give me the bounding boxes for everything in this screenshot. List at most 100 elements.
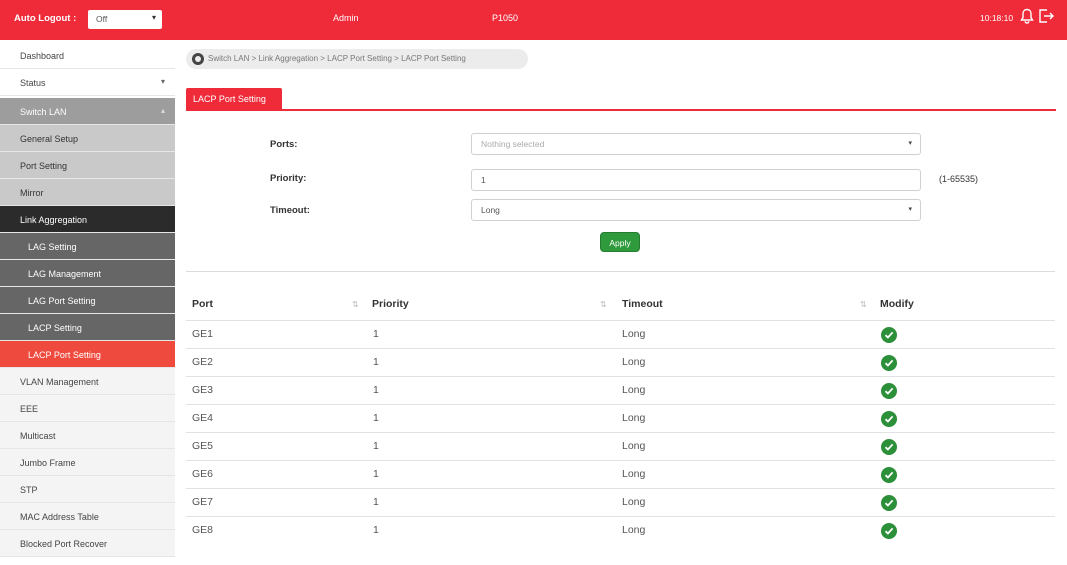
sidebar-item-label: Status	[20, 78, 46, 88]
divider	[186, 271, 1055, 272]
cell-timeout: Long	[622, 496, 646, 508]
cell-priority: 1	[373, 496, 379, 508]
row-divider	[186, 460, 1055, 461]
chevron-down-icon: ▾	[908, 140, 912, 147]
cell-port: GE5	[192, 440, 214, 452]
sidebar-item-stp[interactable]: STP	[0, 476, 175, 503]
row-divider	[186, 348, 1055, 349]
row-divider	[186, 404, 1055, 405]
sidebar-item-label: Jumbo Frame	[20, 458, 76, 468]
sidebar-item-port-setting[interactable]: Port Setting	[0, 152, 175, 179]
sidebar-item-label: LACP Port Setting	[28, 350, 101, 360]
edit-check-icon[interactable]	[881, 355, 897, 371]
sidebar-item-label: Dashboard	[20, 51, 65, 61]
cell-port: GE4	[192, 412, 214, 424]
sidebar-item-multicast[interactable]: Multicast	[0, 422, 175, 449]
sidebar-item-lag-management[interactable]: LAG Management	[0, 260, 175, 287]
breadcrumb-text: Switch LAN > Link Aggregation > LACP Por…	[208, 54, 466, 63]
sidebar-item-status[interactable]: Status ▾	[0, 69, 175, 96]
sort-icon[interactable]: ⇅	[600, 300, 607, 309]
sidebar-item-label: General Setup	[20, 134, 79, 144]
cell-priority: 1	[373, 412, 379, 424]
sidebar-item-label: Link Aggregation	[20, 215, 88, 225]
sidebar-item-label: EEE	[20, 404, 39, 414]
cell-port: GE6	[192, 468, 214, 480]
sidebar-item-mirror[interactable]: Mirror	[0, 179, 175, 206]
timeout-select[interactable]: Long ▾	[471, 199, 921, 221]
sidebar-item-label: Switch LAN	[20, 107, 67, 117]
ports-select[interactable]: Nothing selected ▾	[471, 133, 921, 155]
chevron-down-icon: ▾	[160, 77, 165, 86]
sidebar-item-link-aggregation[interactable]: Link Aggregation	[0, 206, 175, 233]
device-model: P1050	[492, 13, 519, 23]
cell-timeout: Long	[622, 356, 646, 368]
sidebar-item-lacp-setting[interactable]: LACP Setting	[0, 314, 175, 341]
tab-underline	[186, 109, 1056, 111]
cell-timeout: Long	[622, 412, 646, 424]
priority-range-hint: (1-65535)	[939, 174, 979, 184]
cell-timeout: Long	[622, 440, 646, 452]
logout-icon[interactable]	[1038, 9, 1054, 26]
user-name: Admin	[333, 13, 359, 23]
row-divider	[186, 376, 1055, 377]
sidebar-item-vlan-management[interactable]: VLAN Management	[0, 368, 175, 395]
edit-check-icon[interactable]	[881, 383, 897, 399]
cell-timeout: Long	[622, 384, 646, 396]
priority-label: Priority:	[270, 173, 307, 184]
cell-priority: 1	[373, 524, 379, 536]
sidebar-item-label: Mirror	[20, 188, 44, 198]
sort-icon[interactable]: ⇅	[352, 300, 359, 309]
cell-priority: 1	[373, 384, 379, 396]
sort-icon[interactable]: ⇅	[860, 300, 867, 309]
cell-priority: 1	[373, 356, 379, 368]
edit-check-icon[interactable]	[881, 467, 897, 483]
top-bar: Auto Logout : Off ▾ Admin P1050 10:18:10	[0, 0, 1067, 40]
auto-logout-value: Off	[96, 14, 108, 24]
sidebar-item-label: STP	[20, 485, 38, 495]
sidebar-item-label: Multicast	[20, 431, 56, 441]
sidebar-item-label: LACP Setting	[28, 323, 82, 333]
edit-check-icon[interactable]	[881, 495, 897, 511]
edit-check-icon[interactable]	[881, 327, 897, 343]
column-header-timeout[interactable]: Timeout	[622, 298, 663, 310]
sidebar-item-lag-setting[interactable]: LAG Setting	[0, 233, 175, 260]
breadcrumb: Switch LAN > Link Aggregation > LACP Por…	[186, 49, 528, 69]
edit-check-icon[interactable]	[881, 411, 897, 427]
cell-port: GE7	[192, 496, 214, 508]
cell-priority: 1	[373, 440, 379, 452]
cell-timeout: Long	[622, 468, 646, 480]
sidebar-item-lacp-port-setting[interactable]: LACP Port Setting	[0, 341, 175, 368]
sidebar-item-blocked-port-recover[interactable]: Blocked Port Recover	[0, 530, 175, 557]
chevron-down-icon: ▾	[908, 206, 912, 213]
sidebar-item-mac-address-table[interactable]: MAC Address Table	[0, 503, 175, 530]
edit-check-icon[interactable]	[881, 439, 897, 455]
sidebar-item-switch-lan[interactable]: Switch LAN ▴	[0, 98, 175, 125]
tab-lacp-port-setting[interactable]: LACP Port Setting	[186, 88, 282, 110]
sidebar-item-dashboard[interactable]: Dashboard	[0, 42, 175, 69]
sidebar-item-lag-port-setting[interactable]: LAG Port Setting	[0, 287, 175, 314]
column-header-modify: Modify	[880, 298, 914, 310]
auto-logout-select[interactable]: Off ▾	[88, 10, 162, 29]
chevron-down-icon: ▾	[151, 13, 156, 22]
cell-port: GE2	[192, 356, 214, 368]
sidebar-item-label: LAG Port Setting	[28, 296, 96, 306]
column-header-priority[interactable]: Priority	[372, 298, 409, 310]
priority-input[interactable]: 1	[471, 169, 921, 191]
priority-value: 1	[481, 175, 486, 185]
home-icon[interactable]	[192, 53, 204, 65]
column-header-port[interactable]: Port	[192, 298, 213, 310]
sidebar: Dashboard Status ▾ Switch LAN ▴ General Se…	[0, 40, 175, 565]
edit-check-icon[interactable]	[881, 523, 897, 539]
sidebar-item-general-setup[interactable]: General Setup	[0, 125, 175, 152]
sidebar-item-jumbo-frame[interactable]: Jumbo Frame	[0, 449, 175, 476]
row-divider	[186, 488, 1055, 489]
apply-button[interactable]: Apply	[600, 232, 640, 252]
timeout-label: Timeout:	[270, 205, 310, 216]
sidebar-item-eee[interactable]: EEE	[0, 395, 175, 422]
auto-logout-label: Auto Logout :	[14, 13, 77, 24]
cell-port: GE1	[192, 328, 214, 340]
sidebar-item-label: VLAN Management	[20, 377, 99, 387]
sidebar-item-label: Port Setting	[20, 161, 68, 171]
row-divider	[186, 320, 1055, 321]
bell-icon[interactable]	[1020, 8, 1034, 27]
